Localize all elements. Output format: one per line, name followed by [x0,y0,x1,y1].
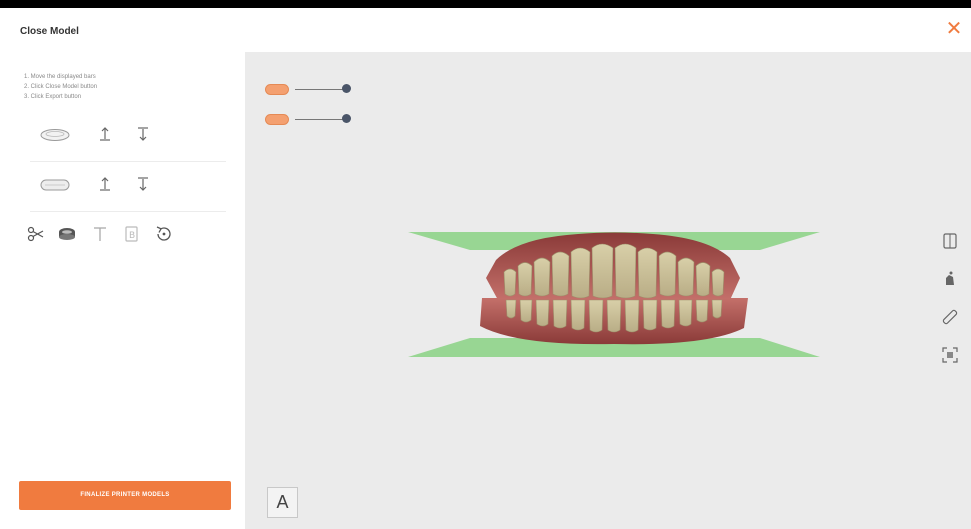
frame-icon[interactable] [939,344,961,366]
move-up-icon[interactable] [98,124,112,144]
upper-layer-slider[interactable] [265,82,355,96]
instruction-step: 3. Click Export button [24,94,82,100]
model-viewport[interactable]: A [245,52,971,529]
finalize-printer-models-button[interactable]: FINALIZE PRINTER MODELS [19,481,231,510]
move-down-icon[interactable] [136,124,150,144]
jaw-base-icon[interactable] [57,224,77,244]
upper-jaw-icon[interactable] [40,128,70,142]
view-tool-bar [939,230,961,382]
move-down-icon[interactable] [136,174,150,194]
font-button[interactable]: A [267,487,298,518]
close-model-window: Close Model ✕ 1. Move the displayed bars… [0,8,971,529]
dental-model-3d[interactable] [408,228,820,360]
svg-text:B: B [129,231,135,241]
instruction-steps: 1. Move the displayed bars 2. Click Clos… [24,72,97,102]
fit-view-icon[interactable] [939,230,961,252]
lower-layer-toggle[interactable] [265,114,289,125]
text-tool-icon[interactable] [90,224,110,244]
slider-handle[interactable] [342,114,351,123]
slider-track[interactable] [295,89,343,90]
tool-bar: B [26,224,206,248]
instruction-step: 1. Move the displayed bars [24,74,96,80]
lower-jaw-row [30,162,226,212]
slider-track[interactable] [295,119,343,120]
title-bar: Close Model ✕ [0,8,971,52]
scissors-icon[interactable] [26,224,46,244]
upper-layer-toggle[interactable] [265,84,289,95]
sidebar: 1. Move the displayed bars 2. Click Clos… [0,52,245,529]
lower-jaw-icon[interactable] [40,178,70,192]
undo-icon[interactable] [153,224,173,244]
bold-tool-icon[interactable]: B [122,224,142,244]
lower-layer-slider[interactable] [265,112,355,126]
instruction-step: 2. Click Close Model button [24,84,98,90]
paint-icon[interactable] [939,268,961,290]
move-up-icon[interactable] [98,174,112,194]
window-title: Close Model [20,26,79,37]
upper-jaw-row [30,112,226,162]
close-icon[interactable]: ✕ [943,18,965,40]
ruler-icon[interactable] [939,306,961,328]
slider-handle[interactable] [342,84,351,93]
